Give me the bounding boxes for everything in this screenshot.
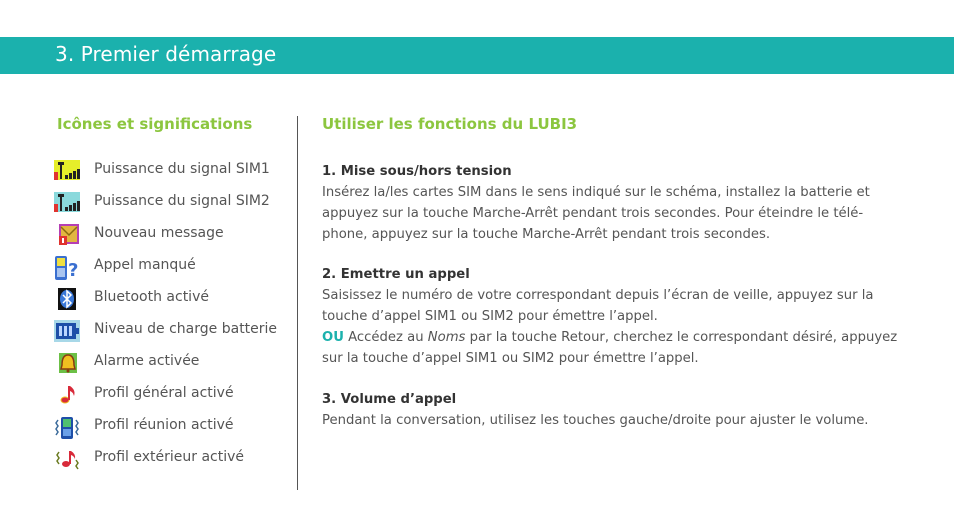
outdoor-profile-icon [54,448,80,470]
icon-label: Profil extérieur activé [94,449,245,465]
icon-label: Nouveau message [94,225,224,241]
list-item: Niveau de charge batterie [52,318,292,342]
paragraph-line: appuyez sur la touche Marche-Arrêt penda… [322,206,864,221]
paragraph-line: Insérez la/les cartes SIM dans le sens i… [322,185,870,200]
signal-sim1-icon [54,160,80,182]
paragraph-line: touche d’appel SIM1 ou SIM2 pour émettre… [322,309,658,324]
icon-label: Puissance du signal SIM1 [94,161,270,177]
paragraph-line: OU Accédez au Noms par la touche Retour,… [322,327,922,348]
list-item: Nouveau message [52,222,292,246]
icon-label: Appel manqué [94,257,196,273]
alarm-bell-icon [54,352,80,374]
or-keyword: OU [322,330,344,345]
list-item: Profil général activé [52,382,292,406]
section-heading: 3. Volume d’appel [322,392,457,407]
bluetooth-icon [54,288,80,310]
section-heading: 2. Emettre un appel [322,267,470,282]
signal-sim2-icon [54,192,80,214]
vibrate-phone-icon [54,416,80,439]
page-title: 3. Premier démarrage [55,42,277,66]
icon-label: Profil général activé [94,385,234,401]
list-item: Bluetooth activé [52,286,292,310]
list-item: Puissance du signal SIM1 [52,158,292,182]
missed-call-icon: ? [54,256,80,280]
list-item: Alarme activée [52,350,292,374]
contacts-term: Noms [427,330,466,345]
section-call: 2. Emettre un appel Saisissez le numéro … [322,264,922,369]
paragraph-line: Saisissez le numéro de votre corresponda… [322,288,874,303]
icon-label: Profil réunion activé [94,417,234,433]
paragraph-line: Pendant la conversation, utilisez les to… [322,413,869,428]
column-divider [297,116,298,490]
icons-section-title: Icônes et significations [57,115,253,133]
alt-text-pre: Accédez au [348,330,424,345]
music-note-icon [54,384,80,406]
icon-label: Puissance du signal SIM2 [94,193,270,209]
section-banner: 3. Premier démarrage [0,37,954,74]
icon-label: Alarme activée [94,353,200,369]
paragraph-line: phone, appuyez sur la touche Marche-Arrê… [322,227,771,242]
list-item: ? Appel manqué [52,254,292,280]
icon-label: Niveau de charge batterie [94,321,278,337]
list-item: Profil réunion activé [52,414,292,439]
paragraph-line: sur la touche d’appel SIM1 ou SIM2 pour … [322,351,699,366]
icon-label: Bluetooth activé [94,289,209,305]
section-volume: 3. Volume d’appel Pendant la conversatio… [322,389,922,431]
alt-text-post: par la touche Retour, cherchez le corres… [469,330,898,345]
list-item: Profil extérieur activé [52,446,292,470]
list-item: Puissance du signal SIM2 [52,190,292,214]
battery-icon [54,320,80,342]
section-power: 1. Mise sous/hors tension Insérez la/les… [322,161,922,245]
svg-text:?: ? [68,260,78,280]
section-heading: 1. Mise sous/hors tension [322,164,512,179]
new-message-icon [54,224,80,246]
functions-section-title: Utiliser les fonctions du LUBI3 [322,115,578,133]
